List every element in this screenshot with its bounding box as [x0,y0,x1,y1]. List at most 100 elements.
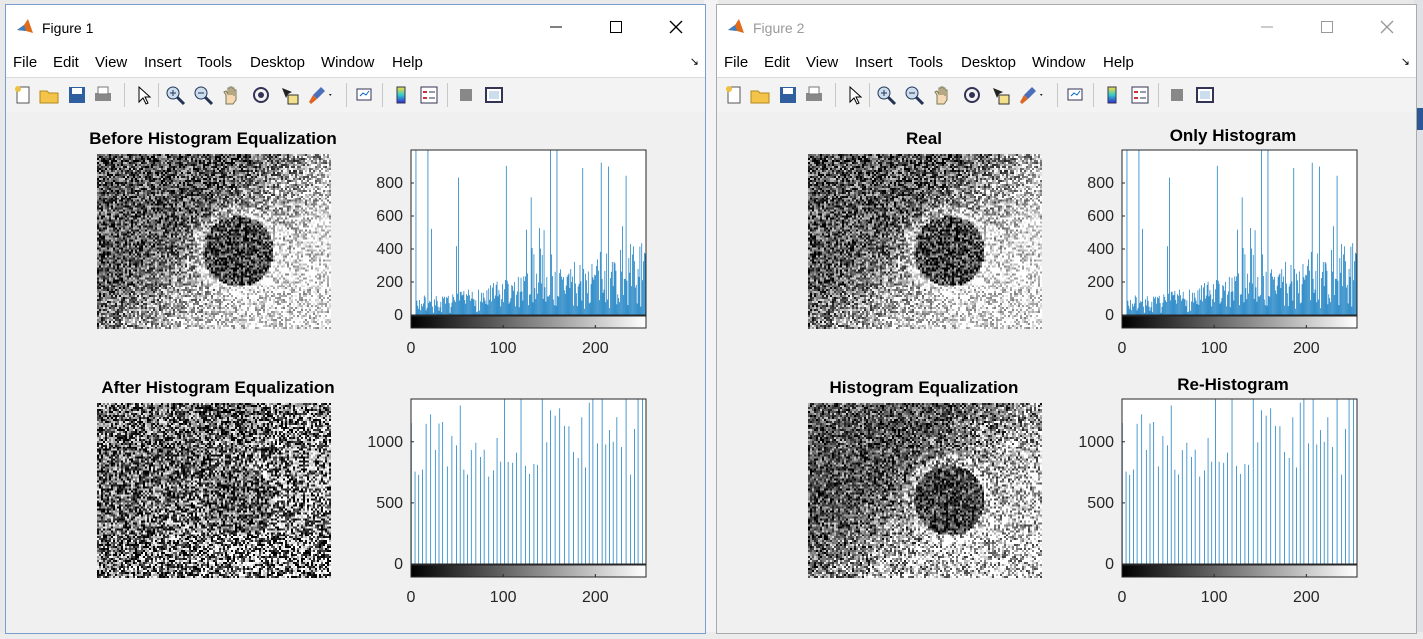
zoom-out-icon[interactable] [903,84,925,106]
brush-icon[interactable] [1017,84,1039,106]
save-figure-icon[interactable] [777,84,799,106]
y-tick-label: 1000 [367,434,403,451]
brush-dropdown-icon[interactable] [328,84,338,106]
histogram-bar [615,270,617,315]
minimize-button[interactable] [1238,5,1296,49]
histogram-bar [1250,228,1251,315]
menu-desktop[interactable]: Desktop [961,54,1016,71]
print-figure-icon[interactable] [803,84,825,106]
open-file-icon[interactable] [38,84,60,106]
menu-tools[interactable]: Tools [197,54,232,71]
insert-colorbar-icon[interactable] [1101,84,1123,106]
close-button[interactable] [1358,5,1416,49]
title-bar[interactable]: Figure 2 [717,5,1416,49]
pan-hand-icon[interactable] [220,84,242,106]
histogram-bar [603,289,605,315]
menu-file[interactable]: File [13,54,37,71]
menu-insert[interactable]: Insert [144,54,182,71]
rotate-3d-icon[interactable] [250,84,272,106]
histogram-bar [1296,273,1297,315]
link-plot-icon[interactable] [354,84,376,106]
edit-plot-arrow-icon[interactable] [132,84,154,106]
title-bar[interactable]: Figure 1 [6,5,705,49]
data-cursor-icon[interactable] [278,84,300,106]
new-figure-icon[interactable] [723,84,745,106]
histogram-bar [1289,283,1291,315]
histogram-bar [425,310,427,315]
insert-colorbar-icon[interactable] [390,84,412,106]
hide-plot-tools-icon[interactable] [455,84,477,106]
brush-icon[interactable] [306,84,328,106]
histogram-bar [627,305,629,315]
figure-toolbar [6,77,705,113]
dock-arrow-icon[interactable]: ↘ [1401,55,1410,68]
histogram-bar [633,246,634,315]
histogram-bar [1299,303,1301,315]
menu-window[interactable]: Window [321,54,374,71]
edit-plot-arrow-icon[interactable] [843,84,865,106]
menu-edit[interactable]: Edit [764,54,790,71]
figure-1-window[interactable]: Figure 1 File Edit View Insert Tools Des… [5,4,706,634]
histogram-bar [1251,283,1253,315]
equalized-histogram-bar [625,399,627,564]
histogram-bar [444,296,445,315]
maximize-button[interactable] [1298,5,1356,49]
histogram-bar [484,300,486,315]
dock-arrow-icon[interactable]: ↘ [690,55,699,68]
menu-file[interactable]: File [724,54,748,71]
menu-insert[interactable]: Insert [855,54,893,71]
insert-legend-icon[interactable] [418,84,440,106]
open-file-icon[interactable] [749,84,771,106]
histogram-bar [598,270,599,315]
histogram-bar [527,273,528,315]
histogram-bar [1256,301,1258,315]
histogram-bar [556,150,558,315]
histogram-bar [1175,299,1177,315]
minimize-button[interactable] [527,5,585,49]
save-figure-icon[interactable] [66,84,88,106]
new-figure-icon[interactable] [12,84,34,106]
histogram-bar [1137,307,1139,315]
show-plot-tools-icon[interactable] [1194,84,1216,106]
close-button[interactable] [647,5,705,49]
toolbar-separator [835,83,836,107]
data-cursor-icon[interactable] [989,84,1011,106]
hide-plot-tools-icon[interactable] [1166,84,1188,106]
equalized-histogram-bar [434,449,436,564]
maximize-button[interactable] [587,5,645,49]
brush-dropdown-icon[interactable] [1039,84,1049,106]
equalized-histogram-bar [475,442,477,564]
equalized-histogram-bar [1207,437,1209,564]
histogram-bar [1163,294,1165,315]
crater-image [97,154,331,329]
histogram-bar [1323,286,1325,315]
rotate-3d-icon[interactable] [961,84,983,106]
menu-view[interactable]: View [806,54,838,71]
histogram-bar [491,301,492,315]
histogram-bar [1161,306,1163,315]
menu-desktop[interactable]: Desktop [250,54,305,71]
menu-edit[interactable]: Edit [53,54,79,71]
print-figure-icon[interactable] [92,84,114,106]
equalized-histogram-bar [483,449,485,564]
link-plot-icon[interactable] [1065,84,1087,106]
equalized-histogram-bar [1265,415,1267,564]
menu-tools[interactable]: Tools [908,54,943,71]
equalized-histogram-bar [488,476,490,564]
show-plot-tools-icon[interactable] [483,84,505,106]
zoom-in-icon[interactable] [875,84,897,106]
equalized-histogram-bar [1194,449,1196,564]
menu-window[interactable]: Window [1032,54,1085,71]
histogram-bar [1211,306,1213,315]
zoom-out-icon[interactable] [192,84,214,106]
insert-legend-icon[interactable] [1129,84,1151,106]
figure-2-window[interactable]: Figure 2 File Edit View Insert Tools Des… [716,4,1417,634]
menu-view[interactable]: View [95,54,127,71]
histogram-bar [1157,298,1159,315]
zoom-in-icon[interactable] [164,84,186,106]
pan-hand-icon[interactable] [931,84,953,106]
equalized-histogram-bar [516,452,517,564]
menu-help[interactable]: Help [392,54,423,71]
equalized-histogram-bar [418,474,420,564]
menu-help[interactable]: Help [1103,54,1134,71]
